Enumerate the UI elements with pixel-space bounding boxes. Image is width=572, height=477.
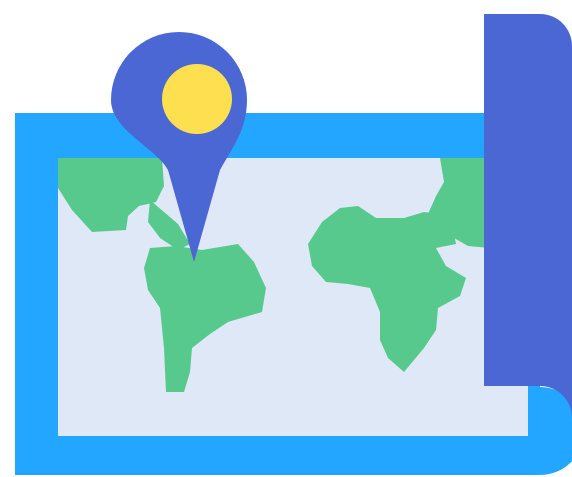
- world-map-location-icon: [15, 14, 572, 475]
- location-pin-center: [162, 64, 232, 134]
- map-icon-canvas: [0, 0, 572, 477]
- map-roll: [484, 14, 572, 418]
